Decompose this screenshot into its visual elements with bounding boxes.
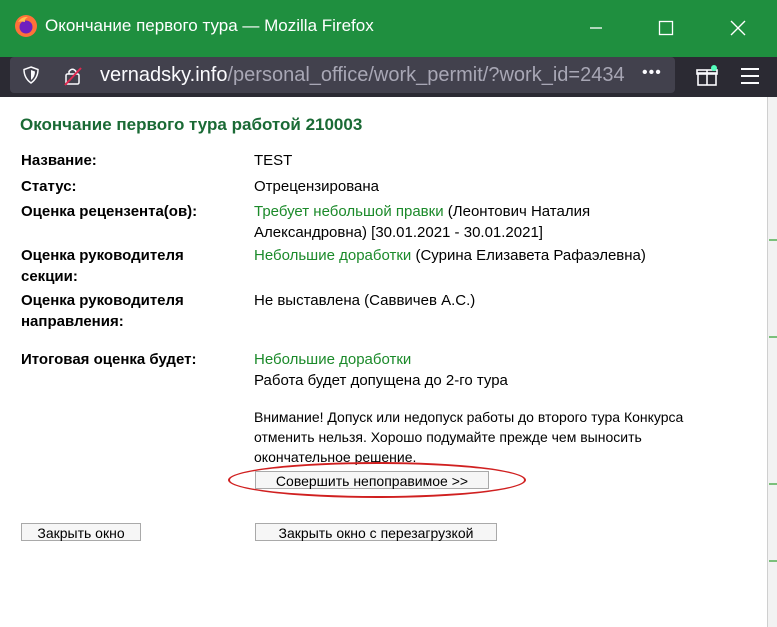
section-head-grade-label: Оценка руководителя секции:: [21, 247, 184, 285]
final-grade-value: Небольшие доработки: [254, 351, 412, 368]
url-bar[interactable]: vernadsky.info/personal_office/work_perm…: [10, 57, 675, 93]
section-head-grade-value: Небольшие доработки (Сурина Елизавета Ра…: [254, 245, 754, 266]
close-and-reload-button[interactable]: Закрыть окно с перезагрузкой: [255, 523, 497, 541]
status-value: Отрецензирована: [254, 178, 379, 195]
tracking-shield-icon[interactable]: [22, 66, 40, 84]
direction-head-grade-label: Оценка руководителя направления:: [21, 292, 184, 330]
maximize-icon: [658, 20, 674, 36]
gift-icon[interactable]: [695, 64, 719, 88]
reviewer-grade-label: Оценка рецензента(ов):: [21, 203, 198, 220]
warning-text: Внимание! Допуск или недопуск работы до …: [254, 409, 684, 465]
reviewer-grade-green: Требует небольшой правки: [254, 203, 444, 220]
url-host: vernadsky.info: [100, 64, 228, 86]
background-page-mark: [769, 336, 777, 338]
maximize-button[interactable]: [646, 10, 686, 46]
final-grade-label: Итоговая оценка будет:: [21, 351, 197, 368]
page-actions-menu-icon[interactable]: •••: [642, 64, 662, 82]
direction-head-grade-value: Не выставлена (Саввичев А.С.): [254, 292, 476, 309]
insecure-lock-icon[interactable]: [62, 65, 84, 87]
popup-content: Окончание первого тура работой 210003 На…: [0, 97, 767, 627]
browser-toolbar: vernadsky.info/personal_office/work_perm…: [0, 57, 777, 97]
section-head-grade-green: Небольшие доработки: [254, 247, 412, 264]
name-label: Название:: [21, 152, 97, 169]
commit-button[interactable]: Совершить непоправимое >>: [255, 471, 489, 489]
window-titlebar: Окончание первого тура — Mozilla Firefox: [0, 0, 777, 57]
background-page-mark: [769, 239, 777, 241]
final-grade-note: Работа будет допущена до 2-го тура: [254, 372, 508, 389]
background-page-mark: [769, 483, 777, 485]
url-path: /personal_office/work_permit/?work_id=24…: [227, 64, 625, 86]
minimize-icon: [590, 27, 602, 29]
minimize-button[interactable]: [576, 10, 616, 46]
background-page-mark: [769, 560, 777, 562]
close-icon: [730, 20, 746, 36]
page-title: Окончание первого тура работой 210003: [20, 115, 363, 134]
status-label: Статус:: [21, 178, 77, 195]
url-text[interactable]: vernadsky.info/personal_office/work_perm…: [100, 64, 640, 87]
close-window-page-button[interactable]: Закрыть окно: [21, 523, 141, 541]
name-value: TEST: [254, 152, 293, 169]
section-head-grade-details: (Сурина Елизавета Рафаэлевна): [411, 247, 646, 264]
firefox-logo-icon: [15, 15, 37, 37]
reviewer-grade-value: Требует небольшой правки (Леонтович Ната…: [254, 201, 654, 243]
close-window-button[interactable]: [718, 10, 758, 46]
window-title: Окончание первого тура — Mozilla Firefox: [45, 16, 374, 35]
background-page-edge: [767, 97, 777, 627]
hamburger-menu-icon[interactable]: [740, 66, 760, 86]
